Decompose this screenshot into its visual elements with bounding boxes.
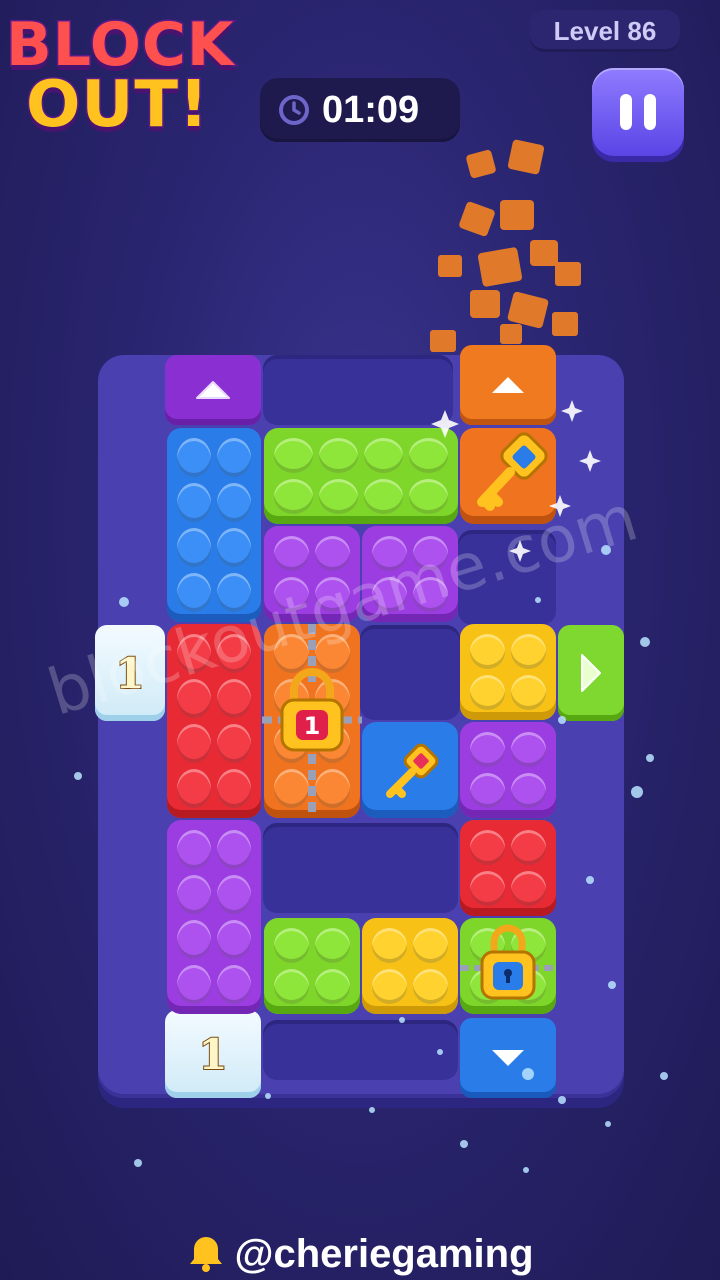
block-stud bbox=[364, 479, 403, 514]
padlock-icon bbox=[460, 924, 556, 1000]
empty-cell bbox=[263, 1020, 458, 1080]
empty-cell bbox=[263, 355, 453, 425]
block-stud bbox=[177, 483, 211, 522]
block-stud bbox=[372, 928, 407, 963]
stud-grid bbox=[372, 928, 448, 1004]
block-stud bbox=[217, 920, 251, 959]
lock-counter: 1 bbox=[303, 712, 321, 740]
ice-counter: 1 bbox=[197, 1029, 228, 1080]
empty-cell bbox=[360, 625, 460, 720]
block-stud bbox=[177, 920, 211, 959]
block-stud bbox=[217, 438, 251, 477]
block-stud bbox=[409, 479, 448, 514]
block-stud bbox=[177, 438, 211, 477]
block-stud bbox=[274, 438, 313, 473]
pause-icon bbox=[620, 94, 632, 130]
arrow-up-icon bbox=[196, 381, 230, 399]
block-yellow[interactable] bbox=[460, 624, 556, 720]
block-stud bbox=[470, 732, 505, 767]
block-stud bbox=[177, 875, 211, 914]
block-stud bbox=[177, 769, 211, 808]
logo-line-2: OUT! bbox=[24, 67, 210, 144]
block-stud bbox=[511, 773, 546, 808]
block-stud bbox=[274, 536, 309, 571]
block-stud bbox=[470, 773, 505, 808]
block-stud bbox=[319, 438, 358, 473]
block-stud bbox=[511, 871, 546, 906]
block-stud bbox=[511, 732, 546, 767]
block-stud bbox=[217, 679, 251, 718]
block-stud bbox=[470, 675, 505, 710]
exit-gate-green bbox=[558, 625, 624, 721]
block-purple-vertical[interactable] bbox=[167, 820, 261, 1014]
block-stud bbox=[315, 928, 350, 963]
block-stud bbox=[511, 675, 546, 710]
block-red[interactable] bbox=[460, 820, 556, 916]
block-stud bbox=[274, 928, 309, 963]
block-stud bbox=[217, 965, 251, 1004]
block-stud bbox=[470, 634, 505, 669]
ice-tile: 1 bbox=[165, 1010, 261, 1098]
stud-grid bbox=[177, 438, 251, 612]
stud-grid bbox=[274, 438, 448, 514]
block-stud bbox=[511, 830, 546, 865]
block-green[interactable] bbox=[264, 918, 360, 1014]
block-stud bbox=[274, 969, 309, 1004]
timer-value: 01:09 bbox=[322, 88, 420, 131]
key-icon bbox=[386, 743, 439, 798]
block-stud bbox=[511, 634, 546, 669]
block-stud bbox=[217, 830, 251, 869]
block-stud bbox=[217, 875, 251, 914]
bell-icon bbox=[190, 1237, 223, 1272]
stud-grid bbox=[470, 634, 546, 710]
exit-gate-blue bbox=[460, 1018, 556, 1098]
exit-gate-purple bbox=[165, 355, 261, 425]
block-stud bbox=[413, 969, 448, 1004]
block-purple[interactable] bbox=[460, 722, 556, 818]
block-yellow[interactable] bbox=[362, 918, 458, 1014]
block-stud bbox=[217, 528, 251, 567]
block-stud bbox=[217, 483, 251, 522]
game-logo: BLOCK OUT! bbox=[0, 0, 265, 150]
empty-cell bbox=[263, 823, 458, 913]
exit-gate-orange bbox=[460, 345, 556, 425]
block-stud bbox=[217, 769, 251, 808]
block-stud bbox=[413, 928, 448, 963]
block-stud bbox=[177, 965, 211, 1004]
block-stud bbox=[315, 969, 350, 1004]
pause-button[interactable] bbox=[592, 68, 684, 156]
block-stud bbox=[470, 830, 505, 865]
block-stud bbox=[177, 573, 211, 612]
timer: 01:09 bbox=[260, 78, 460, 142]
block-stud bbox=[409, 438, 448, 473]
block-stud bbox=[177, 528, 211, 567]
block-stud bbox=[319, 479, 358, 514]
block-stud bbox=[274, 479, 313, 514]
stud-grid bbox=[470, 732, 546, 808]
social-handle: @cheriegaming bbox=[0, 1232, 720, 1277]
block-blue-key[interactable] bbox=[362, 722, 458, 818]
stud-grid bbox=[470, 830, 546, 906]
block-stud bbox=[177, 724, 211, 763]
block-stud bbox=[470, 871, 505, 906]
pause-icon-bar bbox=[644, 94, 656, 130]
stud-grid bbox=[177, 830, 251, 1004]
arrow-right-icon bbox=[581, 654, 601, 692]
block-blue-vertical[interactable] bbox=[167, 428, 261, 622]
arrow-down-icon bbox=[492, 1050, 524, 1066]
social-handle-text: @cheriegaming bbox=[234, 1232, 534, 1276]
stud-grid bbox=[274, 928, 350, 1004]
level-label: Level 86 bbox=[553, 15, 657, 46]
block-green-horizontal[interactable] bbox=[264, 428, 458, 524]
block-stud bbox=[364, 438, 403, 473]
clock-icon bbox=[279, 95, 309, 125]
block-stud bbox=[372, 969, 407, 1004]
block-stud bbox=[217, 724, 251, 763]
block-stud bbox=[177, 830, 211, 869]
arrow-up-icon bbox=[492, 377, 524, 393]
level-indicator: Level 86 bbox=[530, 10, 680, 52]
